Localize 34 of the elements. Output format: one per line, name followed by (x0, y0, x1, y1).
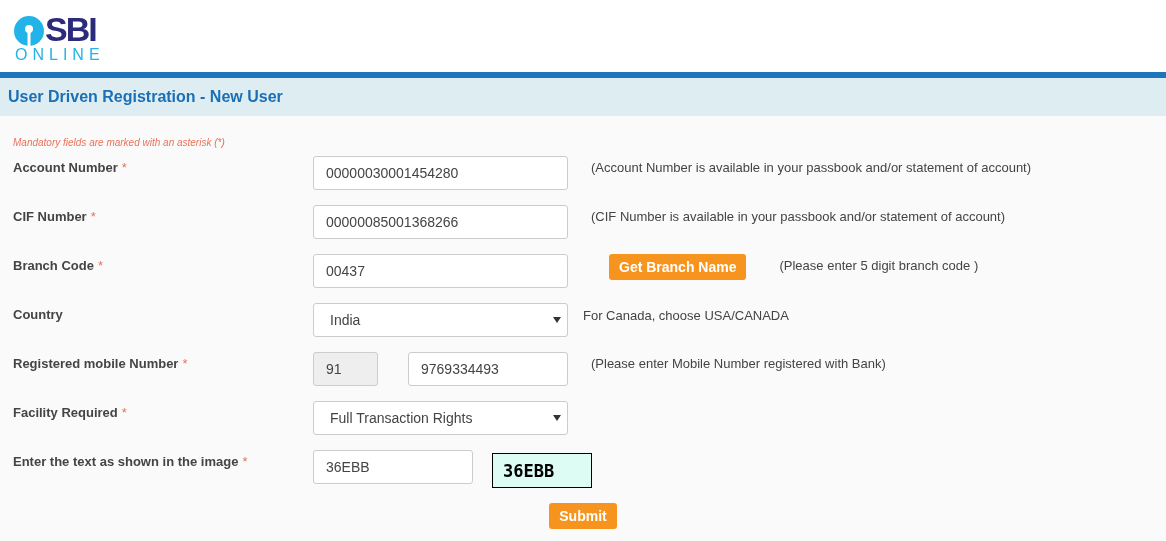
dropdown[interactable]: India (313, 303, 568, 337)
field-label: Enter the text as shown in the image (13, 454, 239, 469)
country-code-field[interactable]: 91 (313, 352, 378, 386)
text-field[interactable]: 00000085001368266 (313, 205, 568, 239)
hint-text: (Please enter Mobile Number registered with Bank) (591, 355, 886, 371)
caret-icon (553, 317, 561, 323)
mandatory-note: Mandatory fields are marked with an asterisk (*) (13, 137, 226, 150)
hint-text: (CIF Number is available in your passbook and/or statement of account) (591, 208, 1006, 224)
required-asterisk: * (121, 405, 127, 420)
required-asterisk: * (97, 258, 103, 273)
required-asterisk: * (90, 209, 96, 224)
field-label: Country (13, 307, 63, 322)
field-label: Facility Required (13, 405, 118, 420)
field-label: Registered mobile Number (13, 356, 179, 371)
field-label: Account Number (13, 160, 118, 175)
dropdown[interactable]: Full Transaction Rights (313, 401, 568, 435)
field-label: Branch Code (13, 258, 94, 273)
hint-text: (Please enter 5 digit branch code ) (779, 257, 979, 273)
page-title: User Driven Registration - New User (8, 88, 283, 106)
text-field[interactable]: 00437 (313, 254, 568, 288)
caret-icon (553, 415, 561, 421)
mobile-field[interactable]: 9769334493 (408, 352, 568, 386)
captcha-image: 36EBB (492, 453, 592, 488)
required-asterisk: * (182, 356, 188, 371)
captcha-field[interactable]: 36EBB (313, 450, 473, 484)
logo-brand: SBI (45, 11, 97, 47)
hint-text: (Account Number is available in your passbook and/or statement of account) (591, 159, 1032, 175)
required-asterisk: * (121, 160, 127, 175)
text-field[interactable]: 00000030001454280 (313, 156, 568, 190)
required-asterisk: * (242, 454, 248, 469)
hint-text: For Canada, choose USA/CANADA (583, 307, 789, 323)
field-label: CIF Number (13, 209, 87, 224)
logo-subtitle: ONLINE (15, 47, 105, 63)
keyhole-logo-icon (14, 16, 44, 46)
